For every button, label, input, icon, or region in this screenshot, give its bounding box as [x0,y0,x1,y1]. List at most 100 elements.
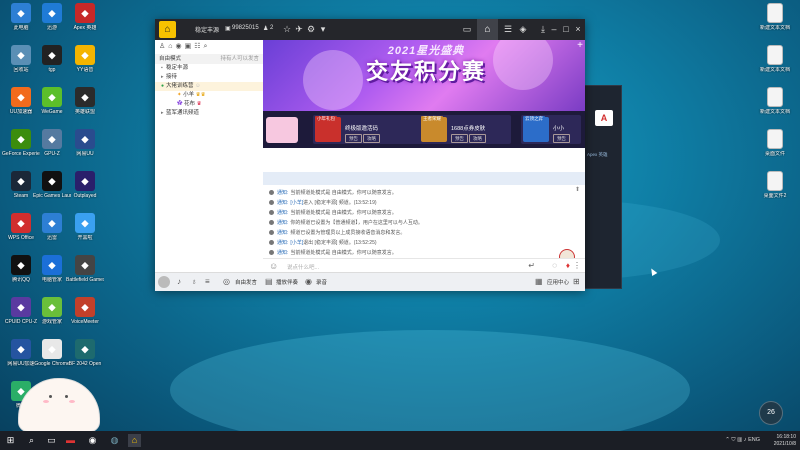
message-text: 当前频道处模式是 自由模式，你可以随意发言。 [290,210,397,216]
notice-icon [269,230,274,236]
desktop-file[interactable]: 新建文本文档 [756,45,794,73]
mode-hint: 持有人可以发言 [220,56,259,62]
emoji-icon[interactable]: ☺ [269,261,278,271]
share-icon[interactable]: ✈ [293,24,305,35]
desktop-file[interactable]: 桌面文件2 [756,171,794,199]
event-button[interactable]: 攻略 [363,134,380,143]
record-button[interactable]: 录音 [316,278,327,286]
language-indicator[interactable]: ENG [748,437,760,443]
search-icon[interactable]: ⌕ [204,43,211,50]
clock[interactable]: 16:18:10 2021/10/8 [774,434,796,447]
app-center-button[interactable]: 应用中心 [547,278,569,286]
star-icon[interactable]: ☆ [281,24,293,35]
folder-icon[interactable]: ▣ [185,43,195,50]
event-card[interactable]: 小年礼包 终极版邀活码 预告 攻略 [313,115,423,144]
free-mode-button[interactable]: 自由发言 [235,278,257,286]
notice-area [263,148,585,185]
chat-bubble-icon[interactable]: ◌ [552,261,557,270]
desktop-shortcut[interactable]: ◆ Battlefield Games [66,255,104,283]
uu2-icon: ◆ [75,129,95,149]
event-button[interactable]: 攻略 [469,134,486,143]
channel-content-panel: 2021星光盛典 交友积分赛 + 小年礼包 终极版邀活码 预告 攻略 王者荣耀 … [263,40,585,267]
search-icon[interactable]: ⌕ [25,434,38,447]
user-row[interactable]: ✿ 花布 ♛ [155,100,263,109]
desktop-file[interactable]: 新建文本文档 [756,3,794,31]
mic-icon[interactable]: ♦ [566,261,570,270]
chat-message: 通知: [小羊]退出 [稳定丰源] 频道。(13:52:25) [269,239,377,246]
home-icon[interactable]: ⌂ [168,43,175,50]
settings-icon[interactable]: ⚙ [305,24,317,35]
event-button[interactable]: 预告 [451,134,468,143]
channel-row[interactable]: ▸ 蓝军通讯频道 [155,109,263,118]
desktop-file[interactable]: 新建文本文档 [756,87,794,115]
user-icon[interactable]: ♙ [159,43,168,50]
avatar[interactable] [158,276,170,288]
xunyou-icon: ◆ [42,3,62,23]
gamemgr-icon: ◆ [42,297,62,317]
event-banner[interactable]: 2021星光盛典 交友积分赛 + [263,40,585,111]
apex-icon[interactable]: A [595,110,613,126]
network-icon[interactable]: ▥ [737,437,744,443]
taskbar: ⊞ ⌕ ▭ ▬ ◉ ◍ ⌂ ⌃ ⛉ ▥ ♪ ENG 16:18:10 2021/… [0,431,800,450]
desktop-shortcut[interactable]: ◆ Outplayed [66,171,104,199]
channel-row-selected[interactable]: ● 大佬训练营 ☺ [155,82,263,91]
home-button[interactable]: ⌂ [477,19,498,40]
gift-icon[interactable] [266,117,298,143]
list-icon[interactable]: ☷ [194,43,203,50]
speaker-icon[interactable]: ♪ [177,277,181,286]
channel-row[interactable]: ▪ 稳定丰源 [155,64,263,73]
more-icon[interactable]: ⋮ [573,261,581,270]
message-user[interactable]: [小羊] [290,240,303,246]
desktop-shortcut[interactable]: ◆ VoiceMeeter [66,297,104,325]
desktop-shortcut[interactable]: ◆ 英雄联盟 [66,87,104,115]
message-user[interactable]: [小羊] [290,200,303,206]
taskbar-yy-icon[interactable]: ⌂ [128,434,141,447]
desktop-shortcut[interactable]: ◆ Apex 英雄 [66,3,104,31]
location-icon[interactable]: ◉ [176,43,185,50]
desktop-shortcut[interactable]: ◆ BF 2042 Open [66,339,104,367]
desktop-shortcut[interactable]: ◆ 开黑啦 [66,213,104,241]
desktop-shortcut[interactable]: ◆ 网易UU [66,129,104,157]
mic-icon[interactable]: ♁ [191,277,197,286]
document-icon [767,3,783,23]
close-icon[interactable]: × [572,24,584,35]
desktop-file[interactable]: 桌面文件 [756,129,794,157]
play-music-button[interactable]: 播放伴奏 [276,278,298,286]
mascot-eye [65,395,68,398]
gamepad-icon[interactable]: ◈ [517,24,529,35]
event-card[interactable]: 王者荣耀 1688点券皮肤 预告 攻略 [419,115,511,144]
user-count: 2 [270,25,274,31]
taskbar-app-icon[interactable]: ▬ [64,434,77,447]
maximize-icon[interactable]: □ [560,24,572,35]
recycle-bin-icon: ◆ [11,45,31,65]
user-row[interactable]: ✦ 小羊 ♛♛ [155,91,263,100]
minimize-icon[interactable]: – [548,24,560,35]
task-view-icon[interactable]: ▭ [45,434,58,447]
enter-icon[interactable]: ↵ [528,261,535,270]
event-button[interactable]: 预告 [553,134,570,143]
taskbar-app-icon[interactable]: ◉ [86,434,99,447]
menu-icon[interactable]: ▾ [317,24,329,35]
start-button[interactable]: ⊞ [4,434,17,447]
grid-icon[interactable]: ⊞ [573,277,580,286]
channel-tree-panel: ♙⌂◉▣☷⌕ 自由模式 持有人可以发言 ▪ 稳定丰源 ▸ 接待 ● 大佬训练营 ☺ ✦… [155,40,264,267]
equalizer-icon[interactable]: ≡ [205,277,210,286]
desktop-shortcut-label: YY语音 [76,67,94,73]
desktop-file-label: 新建文本文档 [759,25,790,31]
mascot-blush [43,400,49,403]
channel-row[interactable]: ▸ 接待 [155,73,263,82]
notice-icon [269,200,274,206]
video-icon[interactable]: ▭ [461,24,473,35]
desktop-shortcut[interactable]: ◆ YY语音 [66,45,104,73]
tgp-icon: ◆ [42,45,62,65]
weather-widget[interactable]: 26 [759,401,783,425]
event-card[interactable]: 云顶之弈 小小 预告 [521,115,581,144]
outplayed-icon: ◆ [75,171,95,191]
list-icon[interactable]: ☰ [502,24,514,35]
event-button[interactable]: 预告 [345,134,362,143]
scroll-top-icon[interactable]: ⬆ [575,186,580,193]
add-icon[interactable]: + [577,40,583,51]
taskbar-app-icon[interactable]: ◍ [108,434,121,447]
chat-input[interactable]: 说点什么吧... [287,263,319,271]
user-count-icon: ♟ [263,26,269,32]
